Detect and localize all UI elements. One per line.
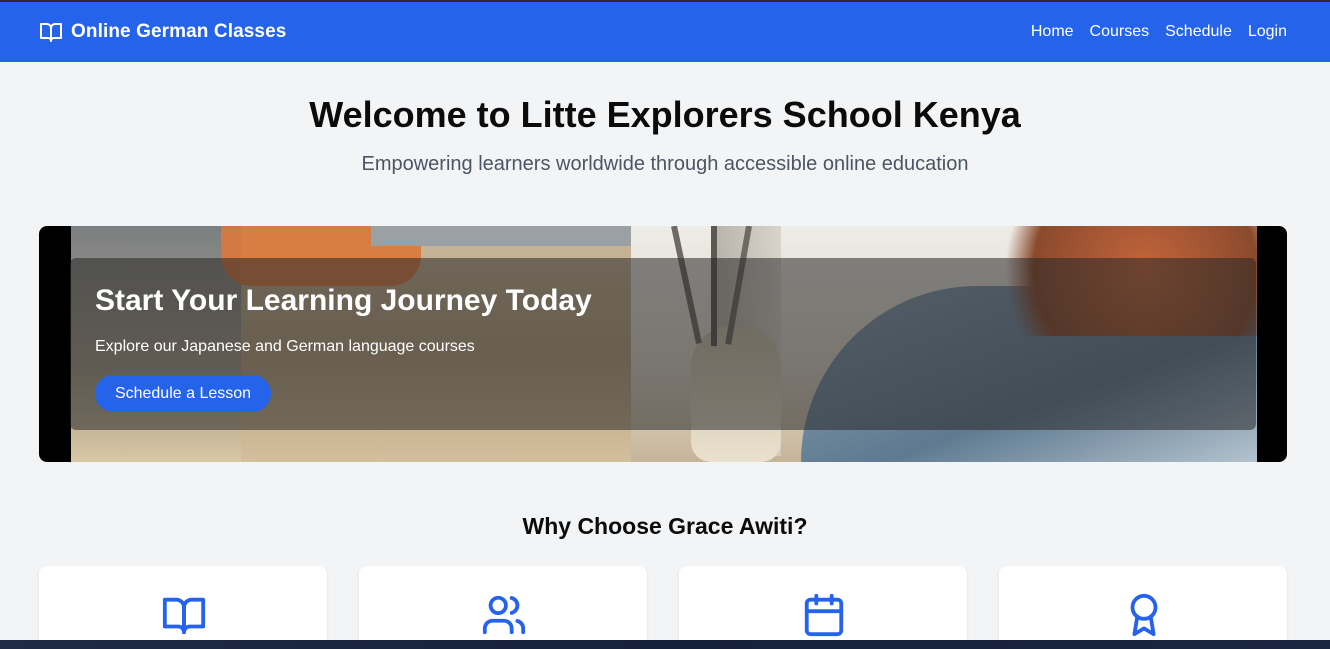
brand[interactable]: Online German Classes [39, 20, 286, 44]
feature-card [359, 566, 647, 649]
page-subtitle: Empowering learners worldwide through ac… [361, 153, 969, 175]
nav-link-login[interactable]: Login [1248, 23, 1287, 41]
award-icon [1130, 593, 1158, 637]
book-open-icon [40, 23, 62, 42]
nav-link-schedule[interactable]: Schedule [1165, 23, 1232, 41]
brand-title: Online German Classes [71, 21, 287, 42]
book-open-icon [162, 597, 206, 635]
hero-banner: Start Your Learning Journey Today Explor… [39, 226, 1287, 462]
users-icon [482, 595, 526, 635]
feature-card [39, 566, 327, 649]
navbar: Online German Classes Home Courses Sched… [0, 2, 1330, 62]
page-title: Welcome to Litte Explorers School Kenya [309, 94, 1021, 135]
nav-link-courses[interactable]: Courses [1090, 23, 1150, 41]
feature-card [999, 566, 1287, 649]
calendar-icon [804, 593, 844, 637]
feature-card [679, 566, 967, 649]
nav-links: Home Courses Schedule Login [1031, 23, 1287, 41]
banner-title: Start Your Learning Journey Today [95, 284, 592, 317]
os-taskbar [0, 640, 1330, 649]
schedule-lesson-button[interactable]: Schedule a Lesson [95, 375, 271, 412]
nav-link-home[interactable]: Home [1031, 23, 1074, 41]
banner-text: Explore our Japanese and German language… [95, 338, 475, 355]
features-title: Why Choose Grace Awiti? [522, 513, 808, 539]
